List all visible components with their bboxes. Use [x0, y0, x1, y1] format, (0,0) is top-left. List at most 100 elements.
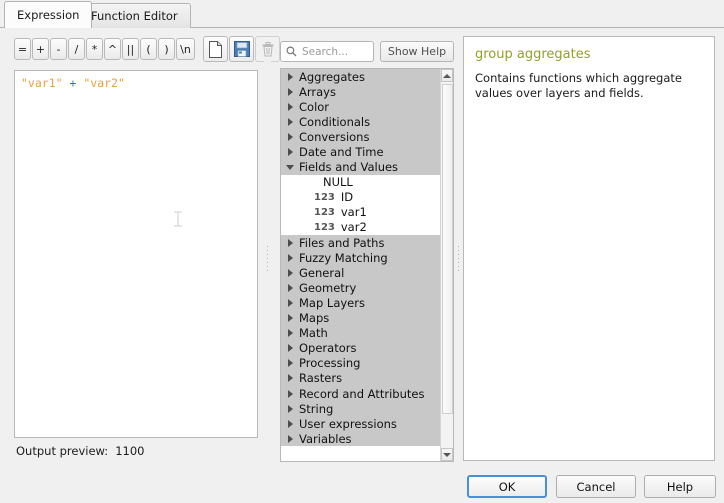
chevron-right-icon[interactable]	[281, 298, 299, 307]
op-button-divide[interactable]: /	[68, 38, 85, 60]
op-button-newline[interactable]: \n	[176, 38, 195, 60]
op-button-equals[interactable]: =	[14, 38, 31, 60]
tree-group-row[interactable]: Fuzzy Matching	[281, 250, 440, 266]
tree-group-row[interactable]: Maps	[281, 310, 440, 326]
chevron-right-icon[interactable]	[281, 132, 299, 141]
chevron-right-icon[interactable]	[281, 419, 299, 428]
new-file-button[interactable]	[203, 36, 228, 62]
tree-group-row[interactable]: String	[281, 401, 440, 417]
chevron-right-icon[interactable]	[281, 329, 299, 338]
search-icon	[286, 46, 297, 57]
chevron-right-icon[interactable]	[281, 404, 299, 413]
tab-expression-label: Expression	[17, 8, 80, 22]
ok-button[interactable]: OK	[467, 475, 547, 498]
triangle-glyph	[287, 87, 293, 96]
tab-function-editor[interactable]: Function Editor	[78, 3, 191, 28]
tree-item-label: Fields and Values	[299, 160, 399, 175]
op-button-power[interactable]: ^	[104, 38, 121, 60]
chevron-right-icon[interactable]	[281, 268, 299, 277]
save-icon	[233, 41, 250, 57]
function-browser-pane: Search... Show Help Aggregates Arrays Colo…	[272, 32, 454, 462]
chevron-right-icon[interactable]	[281, 374, 299, 383]
tree-group-row[interactable]: Color	[281, 99, 440, 115]
show-help-button[interactable]: Show Help	[380, 41, 454, 62]
chevron-down-icon[interactable]	[281, 164, 299, 170]
tree-group-row[interactable]: Date and Time	[281, 144, 440, 160]
show-help-label: Show Help	[387, 45, 447, 58]
triangle-glyph	[287, 283, 293, 292]
chevron-right-icon[interactable]	[281, 314, 299, 323]
tree-item-label: ID	[340, 190, 354, 205]
op-button-minus[interactable]: -	[50, 38, 67, 60]
triangle-glyph	[287, 434, 293, 443]
tree-group-row[interactable]: Conversions	[281, 129, 440, 145]
tree-item-label: Arrays	[299, 84, 336, 99]
chevron-up-icon	[443, 73, 451, 78]
tree-group-row[interactable]: Variables	[281, 431, 440, 447]
splitter-left[interactable]	[264, 60, 271, 460]
tree-leaf-row[interactable]: 123 var1	[281, 204, 440, 220]
tree-group-row[interactable]: Geometry	[281, 280, 440, 296]
output-preview-value: 1100	[115, 444, 145, 458]
function-tree-scrollbar[interactable]	[440, 69, 453, 461]
chevron-right-icon[interactable]	[281, 87, 299, 96]
chevron-right-icon[interactable]	[281, 148, 299, 157]
op-button-multiply[interactable]: *	[86, 38, 103, 60]
tab-expression[interactable]: Expression	[4, 1, 93, 28]
tree-group-row[interactable]: General	[281, 265, 440, 281]
function-tree[interactable]: Aggregates Arrays Color Conditionals Convers…	[280, 68, 454, 462]
expression-input[interactable]: "var1" + "var2"	[14, 70, 258, 438]
chevron-right-icon[interactable]	[281, 344, 299, 353]
tree-group-row[interactable]: Operators	[281, 340, 440, 356]
tree-group-row[interactable]: Fields and Values	[281, 159, 440, 175]
chevron-right-icon[interactable]	[281, 359, 299, 368]
scrollbar-thumb[interactable]	[442, 84, 453, 414]
dialog-button-bar: OK Cancel Help	[0, 468, 724, 503]
op-label: ^	[107, 42, 118, 56]
tree-group-row[interactable]: Rasters	[281, 370, 440, 386]
scroll-up-button[interactable]	[441, 69, 453, 82]
help-title: group aggregates	[475, 47, 591, 62]
op-button-plus[interactable]: +	[32, 38, 49, 60]
save-button[interactable]	[229, 36, 254, 62]
op-label: )	[164, 42, 169, 56]
tree-group-row[interactable]: User expressions	[281, 416, 440, 432]
tree-group-row[interactable]: Files and Paths	[281, 235, 440, 251]
triangle-glyph	[287, 132, 293, 141]
function-tree-viewport: Aggregates Arrays Color Conditionals Convers…	[281, 69, 440, 461]
tree-item-label: Color	[299, 99, 330, 114]
chevron-right-icon[interactable]	[281, 102, 299, 111]
chevron-down-icon	[443, 452, 451, 457]
chevron-right-icon[interactable]	[281, 238, 299, 247]
triangle-glyph	[287, 374, 293, 383]
op-button-paren-open[interactable]: (	[140, 38, 157, 60]
op-button-paren-close[interactable]: )	[158, 38, 175, 60]
tree-item-label: Variables	[299, 431, 352, 446]
numeric-field-icon: 123	[314, 191, 335, 203]
op-button-concat[interactable]: ||	[122, 38, 139, 60]
tree-group-row[interactable]: Map Layers	[281, 295, 440, 311]
tree-leaf-row[interactable]: 123 var2	[281, 219, 440, 236]
chevron-right-icon[interactable]	[281, 253, 299, 262]
tree-item-label: Map Layers	[299, 295, 365, 310]
chevron-right-icon[interactable]	[281, 117, 299, 126]
op-label: +	[35, 42, 46, 56]
tree-leaf-row[interactable]: 123 ID	[281, 189, 440, 205]
chevron-right-icon[interactable]	[281, 283, 299, 292]
cancel-button[interactable]: Cancel	[556, 475, 636, 498]
tree-group-row[interactable]: Record and Attributes	[281, 385, 440, 402]
tree-group-row[interactable]: Conditionals	[281, 114, 440, 130]
tree-group-row[interactable]: Processing	[281, 355, 440, 371]
search-input[interactable]: Search...	[280, 41, 374, 62]
chevron-right-icon[interactable]	[281, 72, 299, 81]
chevron-right-icon[interactable]	[281, 389, 299, 398]
tree-group-row[interactable]: Math	[281, 325, 440, 341]
splitter-right[interactable]	[455, 60, 462, 460]
chevron-right-icon[interactable]	[281, 434, 299, 443]
tree-leaf-row[interactable]: NULL	[281, 174, 440, 190]
scroll-down-button[interactable]	[441, 448, 453, 461]
tree-group-row[interactable]: Arrays	[281, 84, 440, 100]
help-button[interactable]: Help	[644, 475, 716, 498]
tree-group-row[interactable]: Aggregates	[281, 69, 440, 85]
tree-item-label: Maps	[299, 311, 330, 326]
